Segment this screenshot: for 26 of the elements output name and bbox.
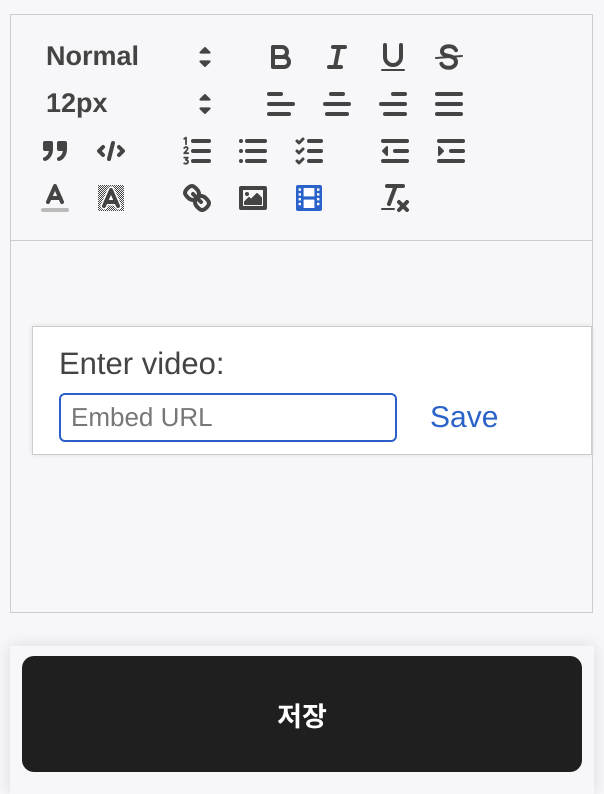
film-icon	[295, 184, 323, 212]
align-justify-icon	[435, 90, 463, 118]
numbered-list-icon	[183, 136, 211, 164]
bullet-list-icon	[239, 136, 267, 164]
align-left-icon	[267, 90, 295, 118]
url-input[interactable]: Embed URL	[59, 393, 397, 442]
text-editor-area[interactable]: Enter video: Embed URL Save	[11, 241, 592, 612]
text-style-dropdown[interactable]: Normal	[27, 33, 223, 80]
clear-format-icon	[381, 184, 409, 212]
save-button[interactable]: 저장	[22, 656, 582, 772]
align-right-icon	[379, 90, 407, 118]
checklist-icon	[295, 136, 323, 164]
popup-label: Enter video:	[59, 345, 224, 383]
indent-icon	[437, 136, 465, 164]
up-down-arrows-icon	[199, 46, 211, 66]
up-down-arrows-icon	[199, 94, 211, 114]
image-icon	[239, 184, 267, 212]
strikethrough-icon	[435, 42, 463, 70]
align-center-icon	[323, 90, 351, 118]
link-icon	[183, 184, 211, 212]
save-link[interactable]: Save	[430, 400, 498, 436]
font-size-dropdown[interactable]: 12px	[27, 80, 223, 127]
highlight-icon	[97, 184, 125, 212]
underline-icon	[379, 42, 407, 70]
outdent-icon	[381, 136, 409, 164]
text-color-icon	[41, 184, 69, 212]
